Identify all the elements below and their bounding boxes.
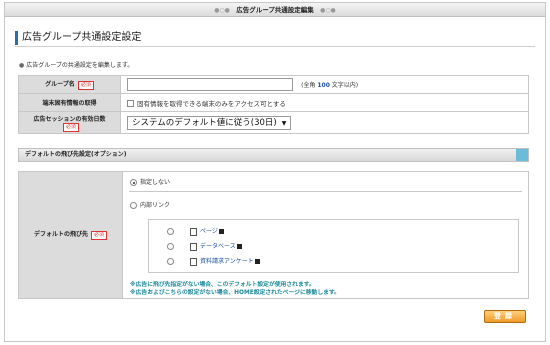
settings-form-table: グループ名 必須 (全角 100 文字以内) 端末固有情報の取得 固有情報を取得で…: [18, 75, 529, 134]
hint-suffix: 文字以内): [331, 81, 359, 89]
option-none-label: 指定しない: [140, 179, 171, 186]
row-session: 広告セッションの有効日数必須 システムのデフォルト値に従う(30日) ▼: [18, 111, 529, 134]
destination-block: デフォルトの飛び先 必須 指定しない 内部リンク ページ データベース 資料請求ア…: [18, 171, 529, 299]
link-database[interactable]: データベース: [200, 243, 236, 250]
option-internal[interactable]: 内部リンク: [130, 200, 170, 209]
option-divider: [129, 191, 522, 192]
page-heading: 広告グループ共通設定設定: [15, 31, 535, 47]
database-icon: [190, 242, 197, 251]
window-title: 広告グループ共通設定編集: [236, 6, 314, 14]
required-badge: 必須: [91, 231, 108, 240]
group-name-label-cell: グループ名 必須: [18, 75, 121, 94]
session-label: 広告セッションの有効日数: [33, 115, 106, 123]
link-option-database[interactable]: データベース: [167, 241, 242, 251]
register-button[interactable]: 登録: [484, 310, 526, 323]
radio-page[interactable]: [167, 228, 174, 235]
section-title: デフォルトの飛び先設定(オプション): [25, 151, 127, 158]
destination-label: デフォルトの飛び先: [33, 231, 88, 238]
required-badge: 必須: [77, 81, 94, 90]
device-value-cell: 固有情報を取得できる端末のみをアクセス可とする: [120, 93, 529, 112]
dropdown-arrow-icon: ▼: [281, 119, 287, 127]
session-label-cell: 広告セッションの有効日数必須: [18, 111, 121, 134]
link-survey[interactable]: 資料請求アンケート: [200, 258, 254, 265]
destination-label-cell: デフォルトの飛び先 必須: [19, 172, 123, 298]
page-icon: [190, 227, 197, 236]
hint-prefix: (全角: [301, 81, 316, 89]
radio-survey[interactable]: [167, 258, 174, 265]
group-name-hint: (全角 100 文字以内): [301, 82, 358, 89]
row-group-name: グループ名 必須 (全角 100 文字以内): [18, 75, 529, 94]
bullet-icon: ●: [19, 62, 25, 69]
session-selected-value: システムのデフォルト値に従う(30日): [132, 117, 277, 128]
description-text: 広告グループの共通設定を編集します。: [26, 62, 134, 69]
group-name-value-cell: (全角 100 文字以内): [120, 75, 529, 94]
survey-icon: [190, 257, 197, 266]
option-internal-label: 内部リンク: [140, 202, 171, 209]
option-none[interactable]: 指定しない: [130, 177, 170, 186]
section-header-accent: [516, 149, 528, 161]
device-label: 端末固有情報の取得: [42, 100, 97, 107]
session-select[interactable]: システムのデフォルト値に従う(30日) ▼: [127, 115, 292, 130]
heading-accent-bar: [15, 31, 18, 45]
link-option-survey[interactable]: 資料請求アンケート: [167, 256, 260, 266]
note-home-fallback: ※広告およびこちらの設定がない場合、HOME設定されたページに移動します。: [130, 290, 340, 296]
titlebar-dots-left: ●○●: [214, 7, 230, 14]
group-name-input[interactable]: [127, 78, 293, 91]
hint-number: 100: [317, 81, 330, 89]
window-titlebar: ●○● 広告グループ共通設定編集 ●○●: [5, 3, 545, 17]
page-description: ● 広告グループの共通設定を編集します。: [19, 60, 133, 69]
radio-database[interactable]: [167, 243, 174, 250]
required-badge: 必須: [62, 122, 79, 132]
titlebar-dots-right: ●○●: [320, 7, 336, 14]
group-name-label: グループ名: [45, 81, 75, 88]
info-icon: [254, 259, 260, 264]
radio-none[interactable]: [130, 179, 137, 186]
device-label-cell: 端末固有情報の取得: [18, 93, 121, 112]
section-header-default-destination: デフォルトの飛び先設定(オプション): [18, 148, 529, 162]
link-option-page[interactable]: ページ: [167, 226, 224, 236]
link-page[interactable]: ページ: [200, 228, 218, 235]
page-title: 広告グループ共通設定設定: [22, 32, 142, 43]
info-icon: [236, 244, 242, 249]
session-value-cell: システムのデフォルト値に従う(30日) ▼: [120, 111, 529, 134]
internal-link-options: ページ データベース 資料請求アンケート: [148, 219, 519, 273]
device-checkbox[interactable]: [127, 100, 134, 107]
device-checkbox-label: 固有情報を取得できる端末のみをアクセス可とする: [137, 99, 286, 108]
row-device: 端末固有情報の取得 固有情報を取得できる端末のみをアクセス可とする: [18, 93, 529, 112]
info-icon: [218, 229, 224, 234]
radio-internal[interactable]: [130, 202, 137, 209]
